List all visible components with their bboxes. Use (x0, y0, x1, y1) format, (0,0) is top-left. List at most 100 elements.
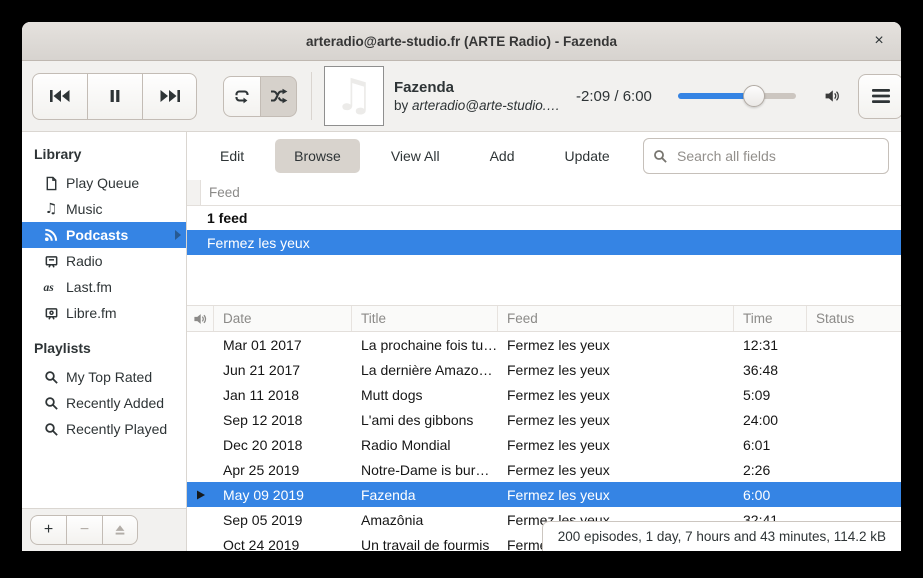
lastfm-icon: as (43, 279, 59, 295)
skip-forward-icon (158, 88, 182, 104)
playing-column-header[interactable] (187, 306, 214, 331)
hamburger-menu-icon (872, 89, 890, 103)
view-all-button[interactable]: View All (372, 139, 459, 173)
add-podcast-button[interactable]: Add (471, 139, 534, 173)
sidebar-item-my-top-rated[interactable]: My Top Rated (22, 364, 186, 390)
search-input[interactable] (675, 147, 879, 165)
feed-row[interactable]: Fermez les yeux (187, 230, 901, 255)
shuffle-icon (269, 88, 289, 104)
update-button[interactable]: Update (546, 139, 629, 173)
feed-column-header[interactable]: Feed (187, 180, 901, 206)
feed-count-row[interactable]: 1 feed (187, 206, 901, 230)
episode-row[interactable]: Sep 12 2018 L'ami des gibbons Fermez les… (187, 407, 901, 432)
artist-name: arteradio@arte-studio.… (412, 98, 560, 113)
sidebar-item-label: Play Queue (66, 175, 139, 191)
playing-indicator-icon (196, 490, 206, 500)
sidebar-item-podcasts[interactable]: Podcasts (22, 222, 186, 248)
titlebar[interactable]: arteradio@arte-studio.fr (ARTE Radio) - … (22, 22, 901, 61)
playback-button-group (32, 73, 197, 120)
pause-button[interactable] (87, 73, 142, 120)
sidebar-item-lastfm[interactable]: as Last.fm (22, 274, 186, 300)
feed-column-header[interactable]: Feed (498, 306, 734, 331)
auto-playlist-icon (43, 395, 59, 411)
add-button[interactable]: + (30, 515, 66, 545)
repeat-shuffle-group (223, 76, 297, 117)
seek-handle[interactable] (743, 85, 765, 107)
shuffle-button[interactable] (260, 76, 297, 117)
sidebar-item-label: My Top Rated (66, 369, 152, 385)
sidebar-item-recently-played[interactable]: Recently Played (22, 416, 186, 442)
speaker-icon (824, 86, 840, 106)
episode-row[interactable]: Apr 25 2019 Notre-Dame is bur… Fermez le… (187, 457, 901, 482)
repeat-button[interactable] (223, 76, 260, 117)
album-art: ♫ (324, 66, 384, 126)
playlist-actions-group: + − (30, 515, 138, 545)
sidebar-item-play-queue[interactable]: Play Queue (22, 170, 186, 196)
playback-time: -2:09 / 6:00 (576, 88, 664, 105)
episode-row[interactable]: Jun 21 2017 La dernière Amazo… Fermez le… (187, 357, 901, 382)
repeat-icon (233, 88, 251, 104)
expander-arrow-icon[interactable] (175, 230, 181, 240)
app-window: arteradio@arte-studio.fr (ARTE Radio) - … (22, 22, 901, 551)
sidebar-item-librefm[interactable]: Libre.fm (22, 300, 186, 326)
auto-playlist-icon (43, 421, 59, 437)
sidebar-item-label: Music (66, 201, 103, 217)
sidebar-toolbar: + − (22, 508, 186, 551)
plus-icon: + (44, 521, 53, 539)
seek-slider[interactable] (678, 93, 796, 99)
date-column-header[interactable]: Date (214, 306, 352, 331)
pause-icon (107, 88, 123, 104)
playlists-section-header: Playlists (22, 326, 186, 364)
sidebar-item-label: Radio (66, 253, 103, 269)
feed-browser: Feed 1 feed Fermez les yeux (187, 180, 901, 302)
episode-row[interactable]: Dec 20 2018 Radio Mondial Fermez les yeu… (187, 432, 901, 457)
status-bar: 200 episodes, 1 day, 7 hours and 43 minu… (542, 521, 901, 551)
episode-row[interactable]: Mar 01 2017 La prochaine fois tu… Fermez… (187, 332, 901, 357)
sidebar-item-music[interactable]: ♫ Music (22, 196, 186, 222)
sidebar-item-recently-added[interactable]: Recently Added (22, 390, 186, 416)
close-icon: × (874, 32, 883, 50)
minus-icon: − (80, 521, 89, 539)
previous-button[interactable] (32, 73, 87, 120)
sidebar-item-label: Last.fm (66, 279, 112, 295)
rss-feed-icon (43, 227, 59, 243)
playback-toolbar: ♫ Fazenda by arteradio@arte-studio.… -2:… (22, 61, 901, 132)
track-artist: by arteradio@arte-studio.… (394, 98, 574, 113)
music-note-icon: ♫ (43, 201, 59, 217)
music-note-icon: ♫ (334, 74, 373, 118)
auto-playlist-icon (43, 369, 59, 385)
window-body: Library Play Queue ♫ Music Podcasts Radi… (22, 132, 901, 551)
sidebar-item-radio[interactable]: Radio (22, 248, 186, 274)
main-area: Edit Browse View All Add Update Feed 1 f… (187, 132, 901, 551)
title-column-header[interactable]: Title (352, 306, 498, 331)
eject-button[interactable] (102, 515, 138, 545)
screen: { "titlebar": { "title": "arteradio@arte… (0, 0, 923, 578)
episode-list: Date Title Feed Time Status Mar 01 2017 … (187, 305, 901, 551)
track-info: Fazenda by arteradio@arte-studio.… (394, 79, 574, 113)
svg-text:as: as (44, 282, 55, 294)
time-column-header[interactable]: Time (734, 306, 807, 331)
sidebar-item-label: Recently Added (66, 395, 164, 411)
document-icon (43, 175, 59, 191)
edit-button[interactable]: Edit (201, 139, 263, 173)
track-title: Fazenda (394, 79, 574, 96)
feed-header-corner (187, 180, 201, 205)
episode-row-selected[interactable]: May 09 2019 Fazenda Fermez les yeux 6:00 (187, 482, 901, 507)
remove-button[interactable]: − (66, 515, 102, 545)
sidebar: Library Play Queue ♫ Music Podcasts Radi… (22, 132, 187, 551)
sidebar-item-label: Recently Played (66, 421, 167, 437)
episode-row[interactable]: Jan 11 2018 Mutt dogs Fermez les yeux 5:… (187, 382, 901, 407)
app-menu-button[interactable] (858, 74, 901, 119)
episode-column-headers: Date Title Feed Time Status (187, 305, 901, 332)
search-box[interactable] (643, 138, 889, 174)
next-button[interactable] (142, 73, 197, 120)
browse-button[interactable]: Browse (275, 139, 360, 173)
status-column-header[interactable]: Status (807, 306, 901, 331)
radio-icon (43, 253, 59, 269)
feed-column-label: Feed (201, 185, 240, 200)
close-button[interactable]: × (857, 22, 901, 59)
search-icon (653, 149, 668, 164)
library-section-header: Library (22, 142, 186, 170)
speaker-icon (193, 312, 207, 326)
volume-button[interactable] (818, 82, 846, 110)
